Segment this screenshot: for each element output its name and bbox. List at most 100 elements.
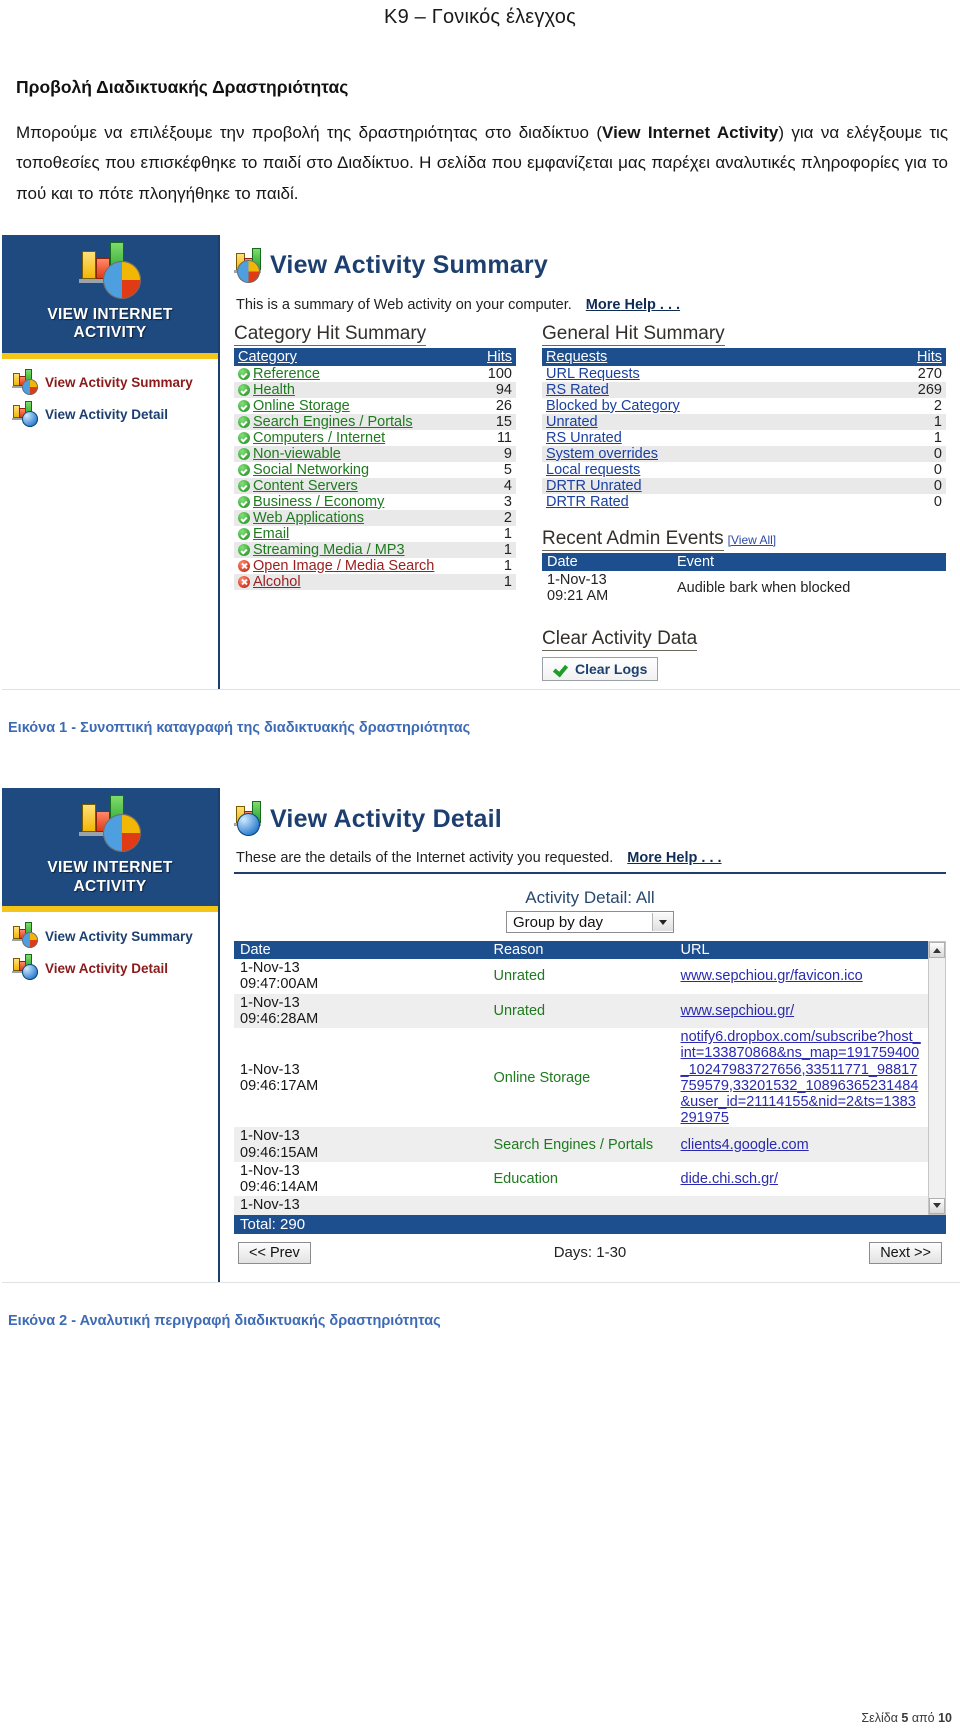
category-link[interactable]: Search Engines / Portals: [253, 414, 413, 430]
request-link[interactable]: Local requests: [546, 462, 640, 478]
nav-hero-title: VIEW INTERNET ACTIVITY: [2, 859, 218, 896]
table-row: Unrated 1: [542, 413, 946, 430]
request-link[interactable]: System overrides: [546, 446, 658, 462]
request-link[interactable]: RS Rated: [546, 382, 609, 398]
allowed-check-icon: [238, 367, 250, 380]
chart-pie-icon: [12, 368, 38, 395]
chevron-down-icon[interactable]: [652, 913, 673, 932]
allowed-check-icon: [238, 447, 250, 460]
next-button[interactable]: Next >>: [869, 1241, 942, 1264]
hits-cell: 9: [476, 445, 516, 462]
sidebar-item-view-activity-detail[interactable]: View Activity Detail: [10, 952, 218, 984]
category-link[interactable]: Web Applications: [253, 510, 364, 526]
detail-reason-cell: Unrated: [493, 968, 546, 985]
column-header-requests[interactable]: Requests: [542, 347, 870, 366]
detail-url-link[interactable]: www.sepchiou.gr/favicon.ico: [681, 968, 863, 984]
prev-button[interactable]: << Prev: [238, 1241, 311, 1264]
category-cell: Computers / Internet: [234, 430, 477, 446]
request-link[interactable]: RS Unrated: [546, 430, 622, 446]
category-link[interactable]: Email: [253, 526, 289, 542]
content-subtitle-row: This is a summary of Web activity on you…: [236, 297, 946, 313]
category-link[interactable]: Social Networking: [253, 462, 369, 478]
table-row: DRTR Rated 0: [542, 494, 946, 510]
sidebar-item-label: View Activity Detail: [45, 407, 169, 423]
table-row: System overrides 0: [542, 445, 946, 462]
category-link[interactable]: Business / Economy: [253, 494, 384, 510]
page-header-summary: View Activity Summary: [234, 247, 946, 283]
footer-prefix: Σελίδα: [861, 1711, 902, 1725]
table-row: Non-viewable 9: [234, 445, 516, 462]
category-link[interactable]: Online Storage: [253, 398, 350, 414]
detail-url-cell: clients4.google.com: [674, 1127, 928, 1162]
sidebar-item-label: View Activity Detail: [45, 960, 169, 976]
detail-date-cell: 1-Nov-13 09:47:00AM: [240, 960, 319, 993]
detail-url-link[interactable]: www.sepchiou.gr/: [681, 1003, 795, 1019]
column-header-category[interactable]: Category: [234, 347, 477, 366]
paragraph-bold-term: View Internet Activity: [602, 123, 779, 142]
request-link[interactable]: URL Requests: [546, 366, 640, 382]
detail-url-link[interactable]: dide.chi.sch.gr/: [681, 1171, 779, 1187]
column-header-hits[interactable]: Hits: [869, 347, 946, 366]
detail-scrollbar[interactable]: [928, 941, 946, 1215]
table-row: Alcohol 1: [234, 573, 516, 590]
column-header-event: Event: [672, 552, 946, 571]
group-by-select[interactable]: Group by day: [506, 911, 674, 934]
category-cell: Search Engines / Portals: [234, 413, 477, 430]
scroll-up-icon[interactable]: [929, 942, 945, 959]
table-row: 1-Nov-13 09:21 AM Audible bark when block…: [542, 571, 946, 606]
detail-url-link[interactable]: notify6.dropbox.com/subscribe?host_int=1…: [681, 1029, 921, 1126]
category-link[interactable]: Reference: [253, 366, 320, 382]
scroll-down-icon[interactable]: [929, 1197, 945, 1214]
screenshot-activity-detail: VIEW INTERNET ACTIVITY View Activity Sum…: [2, 788, 960, 1283]
category-link[interactable]: Open Image / Media Search: [253, 558, 434, 574]
allowed-check-icon: [238, 479, 250, 492]
request-link[interactable]: Blocked by Category: [546, 398, 680, 414]
content-title: View Activity Detail: [270, 804, 502, 833]
hits-cell: 269: [869, 381, 946, 398]
table-header-row: Date Reason URL: [234, 941, 928, 960]
view-all-link[interactable]: [View All]: [728, 533, 776, 547]
sidebar-item-view-activity-detail[interactable]: View Activity Detail: [10, 399, 218, 431]
sidebar-item-view-activity-summary[interactable]: View Activity Summary: [10, 367, 218, 399]
content-activity-summary: View Activity Summary This is a summary …: [220, 235, 960, 689]
hits-cell: 26: [495, 397, 512, 414]
request-cell: DRTR Rated: [542, 494, 870, 510]
table-row: Streaming Media / MP3 1: [234, 541, 516, 558]
column-header-date: Date: [542, 552, 672, 571]
column-header-hits[interactable]: Hits: [476, 347, 516, 366]
hits-cell: 0: [869, 477, 946, 494]
category-link[interactable]: Alcohol: [253, 574, 301, 590]
category-link[interactable]: Streaming Media / MP3: [253, 542, 405, 558]
detail-url-link[interactable]: clients4.google.com: [681, 1137, 809, 1153]
general-hit-summary-panel: General Hit Summary Requests Hits URL Re…: [542, 323, 946, 682]
hits-cell: 1: [503, 557, 512, 574]
table-row: RS Unrated 1: [542, 430, 946, 446]
category-link[interactable]: Content Servers: [253, 478, 358, 494]
table-row: Search Engines / Portals 15: [234, 413, 516, 430]
table-row: 1-Nov-13: [234, 1196, 928, 1215]
column-header-reason: Reason: [487, 941, 675, 960]
request-link[interactable]: DRTR Unrated: [546, 478, 642, 494]
request-link[interactable]: Unrated: [546, 414, 598, 430]
more-help-link[interactable]: More Help . . .: [586, 297, 680, 313]
clear-logs-button[interactable]: Clear Logs: [542, 657, 659, 682]
category-link[interactable]: Non-viewable: [253, 446, 341, 462]
nav-hero-line-2: ACTIVITY: [73, 877, 147, 895]
more-help-link[interactable]: More Help . . .: [627, 850, 721, 866]
category-link[interactable]: Computers / Internet: [253, 430, 385, 446]
hits-cell: 1: [933, 429, 942, 446]
detail-date-cell: 1-Nov-13 09:46:14AM: [240, 1162, 319, 1196]
category-hit-summary-title: Category Hit Summary: [234, 322, 427, 346]
category-link[interactable]: Health: [253, 382, 295, 398]
allowed-check-icon: [238, 511, 250, 524]
activity-detail-table: Date Reason URL 1-Nov-13 09:47:00AM Unrat…: [234, 941, 928, 1215]
check-icon: [553, 663, 568, 676]
request-cell: RS Rated: [542, 381, 870, 398]
category-hit-summary-table: Category Hits Reference 100 Health 94 Online…: [234, 347, 516, 590]
request-link[interactable]: DRTR Rated: [546, 494, 629, 510]
screenshot-activity-summary: VIEW INTERNET ACTIVITY View Activity Sum…: [2, 234, 960, 691]
content-subtitle-row: These are the details of the Internet ac…: [236, 850, 946, 866]
sidebar-item-view-activity-summary[interactable]: View Activity Summary: [10, 920, 218, 952]
category-cell: Online Storage: [234, 398, 477, 414]
nav-hero-summary: VIEW INTERNET ACTIVITY: [2, 234, 218, 359]
